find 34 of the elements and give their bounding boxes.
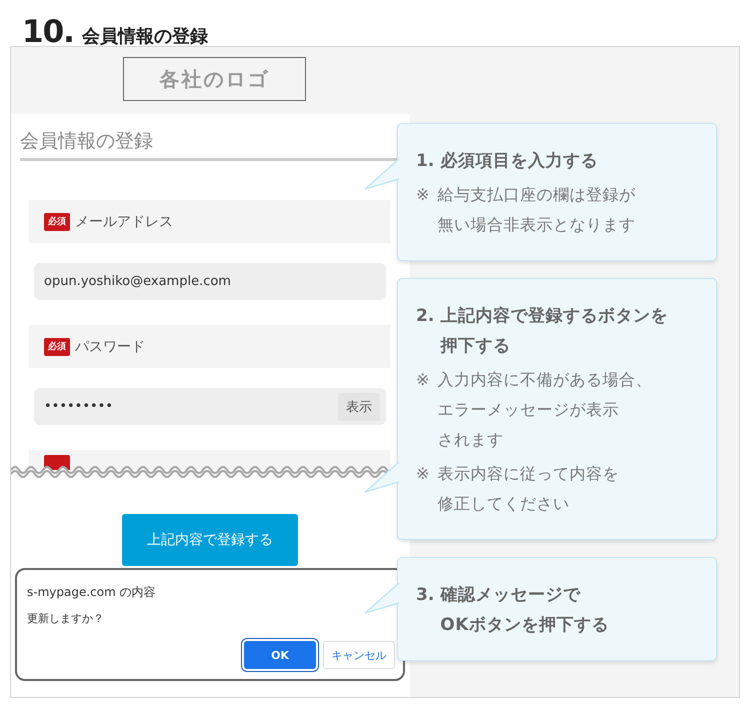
field-label: メールアドレス [75,212,173,230]
password-field[interactable]: ••••••••• 表示 [34,388,386,425]
note-mark: ※ [416,184,430,206]
note-mark: ※ [416,369,430,391]
section-title: 会員情報の登録 [82,25,208,48]
section-number: 10. [22,14,74,50]
dialog-message: 更新しますか？ [27,611,105,626]
form-title: 会員情報の登録 [19,129,154,154]
step-title: 必須項目を入力する [440,150,598,173]
cancel-button[interactable]: キャンセル [323,641,395,669]
note-line: 無い場合非表示となります [437,214,636,236]
ok-button[interactable]: OK [244,641,316,669]
required-badge: 必須 [44,212,70,230]
note-mark: ※ [416,463,430,485]
note-line: 修正してください [437,493,570,515]
email-field[interactable]: opun.yoshiko@example.com [34,263,386,300]
note-line: エラーメッセージが表示 [437,399,619,421]
note-line: 入力内容に不備がある場合、 [437,369,652,391]
dialog-title: s-mypage.com の内容 [27,584,157,601]
note-line: 給与支払口座の欄は登録が [437,184,636,206]
note-line: されます [437,429,504,451]
required-badge: 必須 [44,338,70,356]
step-number: 1. [416,150,434,173]
step-title: 上記内容で登録するボタンを [440,305,668,328]
register-button[interactable]: 上記内容で登録する [122,514,298,566]
logo-field: 各社のロゴ [123,57,306,101]
step-number: 2. [416,305,434,328]
note-line: 表示内容に従って内容を [437,463,619,485]
step-number: 3. [416,584,434,607]
step-title: 押下する [440,335,510,358]
step-title: 確認メッセージで [440,584,580,607]
field-label: パスワード [75,338,145,356]
show-password-button[interactable]: 表示 [338,392,380,420]
step-title: OKボタンを押下する [440,614,609,637]
